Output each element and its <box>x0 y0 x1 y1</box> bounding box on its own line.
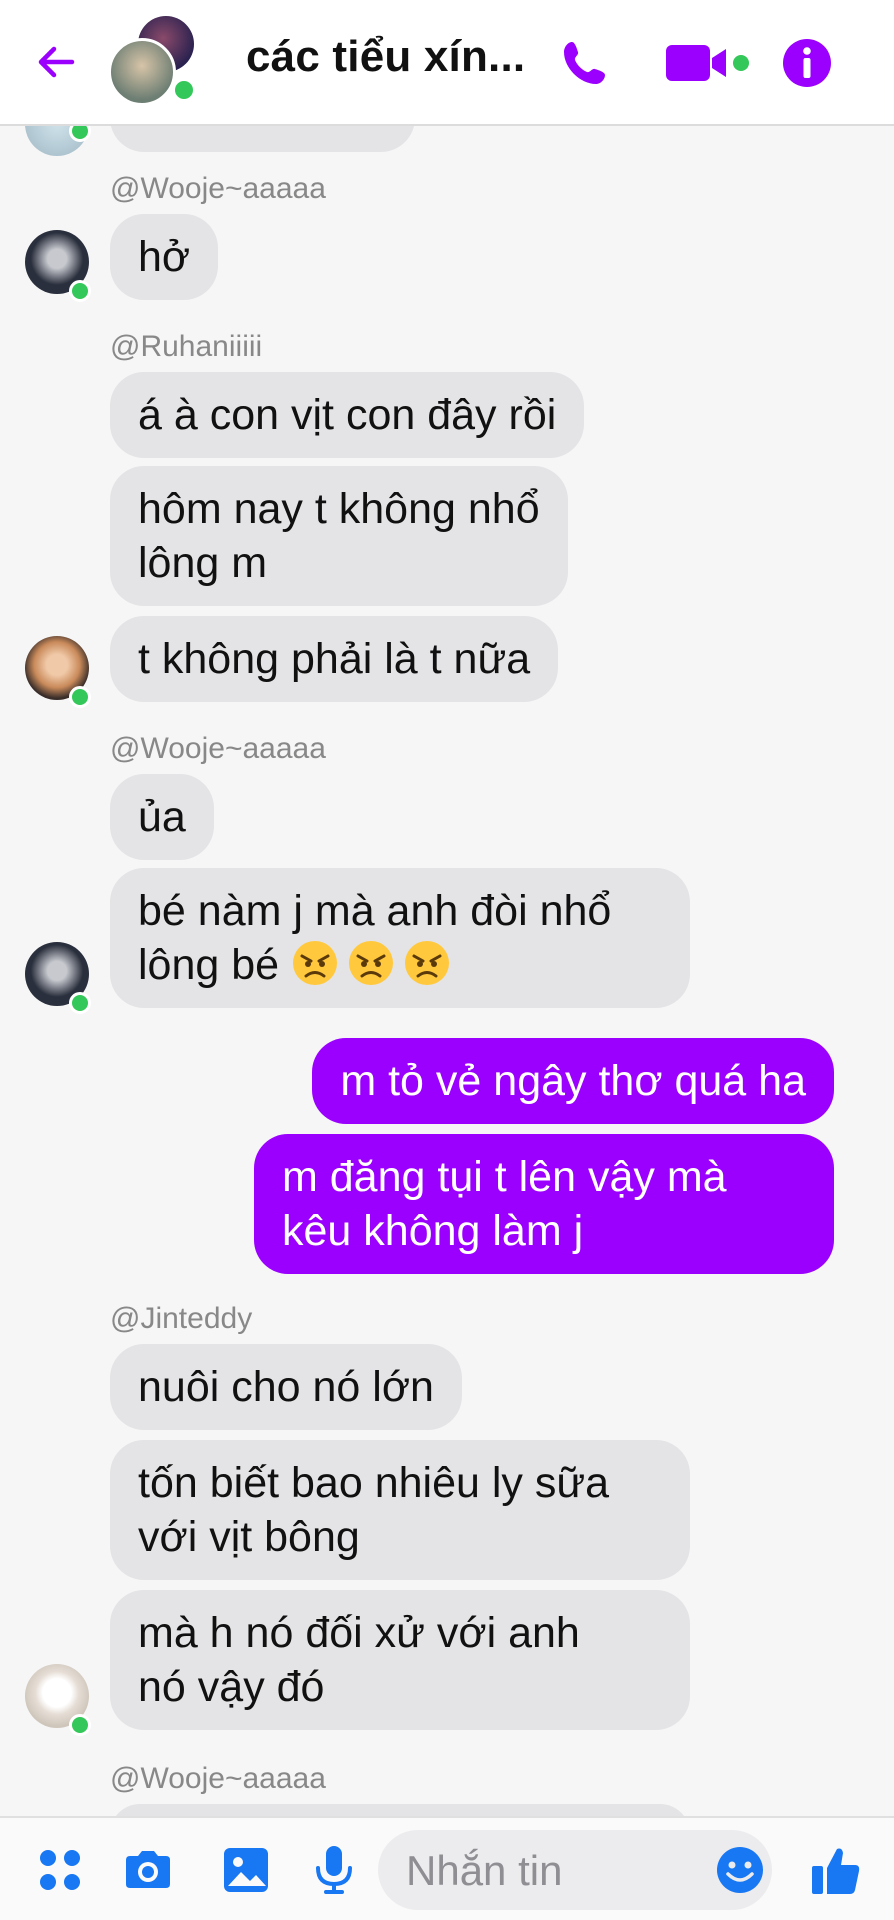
message-bubble-partial[interactable] <box>110 126 415 152</box>
my-message-bubble[interactable]: m tỏ vẻ ngây thơ quá ha <box>312 1038 834 1124</box>
sender-name: @Ruhaniiiii <box>110 330 263 363</box>
composer-bar <box>0 1816 894 1920</box>
online-indicator <box>69 686 91 708</box>
back-arrow-icon[interactable] <box>32 38 80 86</box>
message-bubble-partial[interactable] <box>110 1804 690 1816</box>
message-input-field[interactable] <box>378 1830 772 1912</box>
sender-name: @Wooje~aaaaa <box>110 172 326 205</box>
phone-icon[interactable] <box>558 36 612 90</box>
message-bubble[interactable]: ủa <box>110 774 214 860</box>
message-bubble[interactable]: mà h nó đối xử với anh nó vậy đó <box>110 1590 690 1730</box>
video-camera-icon[interactable] <box>664 36 754 90</box>
online-indicator <box>69 992 91 1014</box>
info-icon[interactable] <box>780 36 834 90</box>
chat-title[interactable]: các tiểu xín... <box>246 32 525 82</box>
gallery-icon[interactable] <box>218 1842 274 1898</box>
message-input[interactable] <box>404 1830 708 1912</box>
angry-face-emoji-icon <box>405 941 450 985</box>
sender-name: @Wooje~aaaaa <box>110 1762 326 1795</box>
online-indicator <box>69 1714 91 1736</box>
camera-icon[interactable] <box>120 1842 176 1898</box>
message-bubble[interactable]: t không phải là t nữa <box>110 616 559 702</box>
message-bubble[interactable]: nuôi cho nó lớn <box>110 1344 462 1430</box>
group-avatar[interactable] <box>108 16 208 106</box>
message-bubble[interactable]: hôm nay t không nhổ lông m <box>110 466 568 606</box>
message-bubble[interactable]: hở <box>110 214 219 300</box>
message-bubble[interactable]: á à con vịt con đây rồi <box>110 372 585 458</box>
microphone-icon[interactable] <box>306 1842 362 1898</box>
message-bubble[interactable]: bé nàm j mà anh đòi nhổ lông bé <box>110 868 690 1008</box>
angry-face-emoji-icon <box>349 941 394 985</box>
message-bubble[interactable]: tốn biết bao nhiêu ly sữa với vịt bông <box>110 1440 690 1580</box>
sender-name: @Wooje~aaaaa <box>110 732 326 765</box>
group-avatar-front <box>108 38 176 106</box>
angry-face-emoji-icon <box>293 941 338 985</box>
sender-name: @Jinteddy <box>110 1302 253 1335</box>
online-indicator <box>69 280 91 302</box>
my-message-bubble[interactable]: m đăng tụi t lên vậy mà kêu không làm j <box>254 1134 834 1274</box>
emoji-icon[interactable] <box>714 1844 766 1896</box>
thumbs-up-icon[interactable] <box>808 1842 864 1898</box>
chat-header: các tiểu xín... <box>0 0 894 126</box>
apps-icon[interactable] <box>32 1842 88 1898</box>
message-list[interactable]: @Wooje~aaaaa hở @Ruhaniiiii á à con vịt … <box>0 126 894 1816</box>
online-indicator <box>172 78 196 102</box>
online-indicator <box>69 126 91 142</box>
